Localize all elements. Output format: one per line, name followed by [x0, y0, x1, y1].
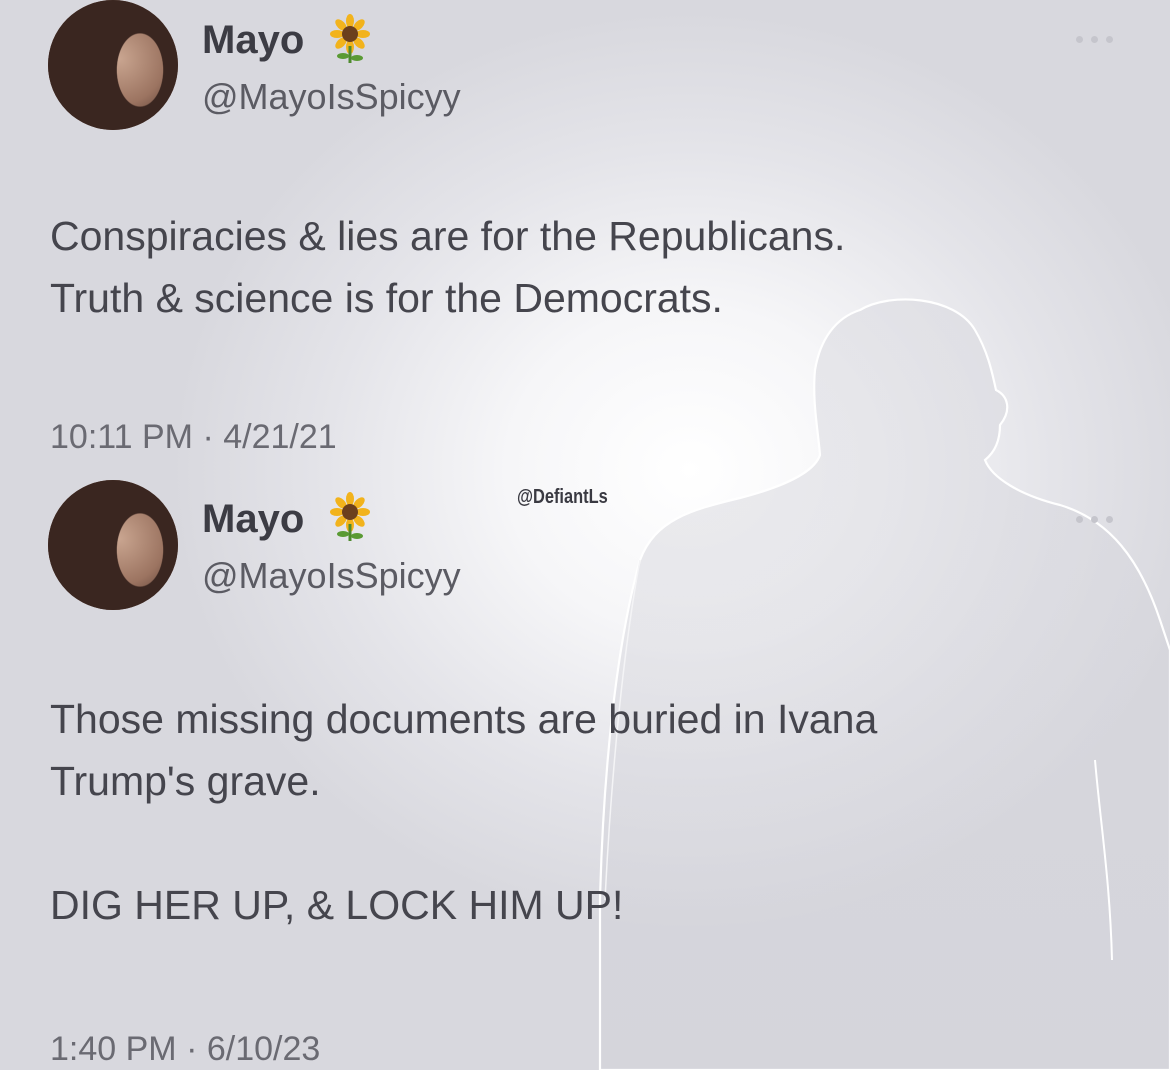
- avatar[interactable]: [48, 0, 178, 130]
- sunflower-icon: [330, 492, 370, 541]
- sunflower-icon: [330, 14, 370, 63]
- display-name[interactable]: Mayo: [202, 497, 304, 542]
- tweet-text-line: DIG HER UP, & LOCK HIM UP!: [50, 882, 624, 928]
- tweet-timestamp[interactable]: 1:40 PM · 6/10/23: [50, 1030, 320, 1069]
- handle[interactable]: @MayoIsSpicyy: [202, 555, 461, 597]
- tweet-text-line: Trump's grave.: [50, 758, 321, 804]
- watermark: @DefiantLs: [517, 486, 608, 508]
- avatar[interactable]: [48, 480, 178, 610]
- display-name[interactable]: Mayo: [202, 18, 304, 63]
- tweet-text-line: Those missing documents are buried in Iv…: [50, 696, 878, 742]
- tweet-text-line: Truth & science is for the Democrats.: [50, 275, 723, 321]
- tweet-text: Conspiracies & lies are for the Republic…: [50, 205, 1110, 329]
- tweet-text-line: [50, 812, 1110, 874]
- more-options-icon[interactable]: [1074, 512, 1116, 526]
- tweet-timestamp[interactable]: 10:11 PM · 4/21/21: [50, 418, 337, 457]
- more-options-icon[interactable]: [1074, 32, 1116, 46]
- tweet-text: Those missing documents are buried in Iv…: [50, 688, 1110, 936]
- tweet-text-line: Conspiracies & lies are for the Republic…: [50, 213, 846, 259]
- handle[interactable]: @MayoIsSpicyy: [202, 76, 461, 118]
